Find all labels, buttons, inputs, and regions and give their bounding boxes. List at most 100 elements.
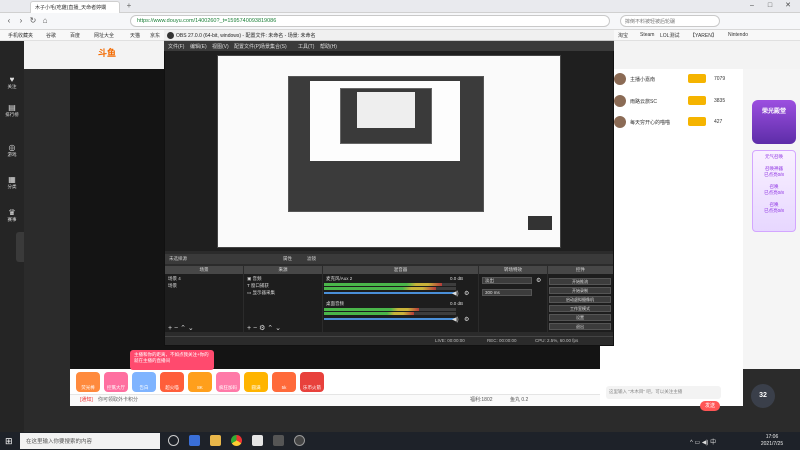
volume-slider[interactable] [324,292,456,294]
rank-row[interactable]: 雨路云旅SC 3835 [608,95,738,109]
summon-line: 已点亮0/8 [764,208,784,213]
gift-item[interactable]: 疯狂加码 [216,372,240,392]
follow-toast[interactable]: 主播和你的距离，不如点我关注+你的就在主播的直播间 [130,350,214,370]
bookmark-item[interactable]: 京东 [150,32,160,39]
transition-select[interactable]: 淡出 [482,277,532,284]
bookmark-item[interactable]: 谷歌 [46,32,56,39]
folder-icon[interactable] [210,435,221,446]
bookmark-item[interactable]: 【YAREN】 [690,32,717,39]
rank-row[interactable]: 每天穷开心的喵喵 427 [608,116,738,130]
volume-slider[interactable] [324,318,456,320]
minimize-button[interactable]: – [744,0,760,13]
gift-item[interactable]: 乐币火箭 [300,372,324,392]
settings-button[interactable]: 设置 [549,314,611,321]
tray-icons[interactable]: ^ ▭ ◀) 中 [690,437,716,446]
scene-item[interactable]: 场景 4 [168,276,181,282]
bookmark-item[interactable]: 百度 [70,32,80,39]
app-icon[interactable] [189,435,200,446]
bookmark-item[interactable]: 网址大全 [94,32,114,39]
url-input[interactable]: https://www.douyu.com/1400260?_t=1595740… [130,15,610,27]
gift-item[interactable]: 告白 [132,372,156,392]
gift-item[interactable]: 5k [272,372,296,392]
volume-meter [324,287,436,290]
start-streaming-button[interactable]: 开始推流 [549,278,611,285]
bookmark-item[interactable]: 天猫 [130,32,140,39]
maximize-button[interactable]: □ [762,0,778,13]
gift-item[interactable]: 控氯大厅 [104,372,128,392]
rank-row[interactable]: 主播小嘉南 7079 [608,73,738,87]
obs-icon[interactable] [294,435,305,446]
studio-mode-button[interactable]: 工作室模式 [549,305,611,312]
collapse-handle[interactable] [16,232,24,262]
nav-rank[interactable]: ▤ 排行榜 [0,100,24,128]
browser-search-input[interactable]: 摔倒不料被轻被后轮碾 [620,15,720,27]
forward-icon[interactable]: › [16,16,26,26]
send-button[interactable]: 发送 [700,401,720,411]
start-recording-button[interactable]: 开始录制 [549,287,611,294]
browser-tab[interactable]: 木子小毛(吃雞)直播_天命者婷嫻 [30,1,120,13]
source-label: 显示器采集 [252,290,276,295]
scene-item[interactable]: 场景 [168,283,177,289]
filters-button[interactable]: 滤镜 [307,256,316,262]
virtual-camera-button[interactable]: 启动虚拟摄像机 [549,296,611,303]
source-item[interactable]: ▣ 音频 [247,276,262,282]
menu-view[interactable]: 视图(V) [212,43,229,50]
speaker-icon[interactable]: ◀) [452,316,459,323]
gift-item[interactable]: 超火喵 [160,372,184,392]
properties-button[interactable]: 属性 [283,256,292,262]
app-icon[interactable] [252,435,263,446]
countdown-badge[interactable]: 32 [751,384,775,408]
nav-game[interactable]: ◎ 游戏 [0,140,24,168]
gift-item[interactable]: 圆满 [244,372,268,392]
scene-controls[interactable]: + − ⌃ ⌄ [168,324,194,332]
menu-file[interactable]: 文件(F) [168,43,184,50]
browser-icon[interactable] [231,435,242,446]
task-view-icon[interactable] [168,435,179,446]
source-controls[interactable]: + − ⚙ ⌃ ⌄ [247,324,281,332]
nav-label: 关注 [7,84,17,89]
taskbar-search[interactable]: 在这里输入你要搜索的内容 [20,433,160,449]
windows-start-icon[interactable]: ⊞ [5,436,15,446]
bookmark-item[interactable]: Steam [640,32,654,38]
speaker-icon[interactable]: ◀) [452,290,459,297]
bookmark-item[interactable]: 淘宝 [618,32,628,39]
bookmark-item[interactable]: Nintendo [728,32,748,38]
promo-banner[interactable]: 荣光殿堂 [752,100,796,144]
bookmark-item[interactable]: 手机收藏夹 [8,32,33,39]
new-tab-button[interactable]: + [124,1,134,11]
source-item[interactable]: T 窗口捕获 [247,283,269,289]
notice-text[interactable]: 你可领取外卡积分 [98,396,138,403]
refresh-icon[interactable]: ↻ [28,16,38,26]
nav-match[interactable]: ♛ 赛事 [0,205,24,233]
taskbar-clock[interactable]: 17:06 2021/7/25 [752,434,792,450]
menu-tools[interactable]: 工具(T) [298,43,314,50]
gear-icon[interactable]: ⚙ [464,290,469,297]
summon-panel[interactable]: 元气召唤 召唤神器 已点亮0/8 召唤 已点亮0/8 召唤 已点亮0/8 [752,150,796,232]
rank-panel [600,69,743,369]
nav-follow[interactable]: ♥ 关注 [0,72,24,100]
source-item[interactable]: ▭ 显示器采集 [247,290,275,296]
chat-input[interactable]: 这里输入 "木木目" 吧，可以关注主播 [606,386,721,399]
duration-input[interactable]: 300 ms [482,289,532,296]
volume-meter [324,283,442,286]
obs-status-bar: LIVE: 00:00:00 REC: 00:00:00 CPU: 2.5%, … [165,336,613,345]
menu-scene-collection[interactable]: 场景集合(S) [260,43,287,50]
douyu-logo[interactable]: 斗鱼 [98,46,134,62]
home-icon[interactable]: ⌂ [40,16,50,26]
menu-profile[interactable]: 配置文件(P) [234,43,261,50]
clock-date: 2021/7/25 [760,441,784,447]
app-icon[interactable] [273,435,284,446]
exit-button[interactable]: 退出 [549,323,611,330]
level-badge [688,96,706,105]
nav-category[interactable]: ▦ 分类 [0,172,24,200]
menu-edit[interactable]: 编辑(E) [190,43,207,50]
gift-item[interactable]: 荧光棒 [76,372,100,392]
gear-icon[interactable]: ⚙ [464,316,469,323]
back-icon[interactable]: ‹ [4,16,14,26]
gift-item[interactable]: 8K [188,372,212,392]
source-label: 音频 [252,276,262,281]
menu-help[interactable]: 帮助(H) [320,43,337,50]
close-button[interactable]: ✕ [780,0,796,13]
bookmark-item[interactable]: LOL测试 [660,32,679,39]
gear-icon[interactable]: ⚙ [536,277,541,284]
